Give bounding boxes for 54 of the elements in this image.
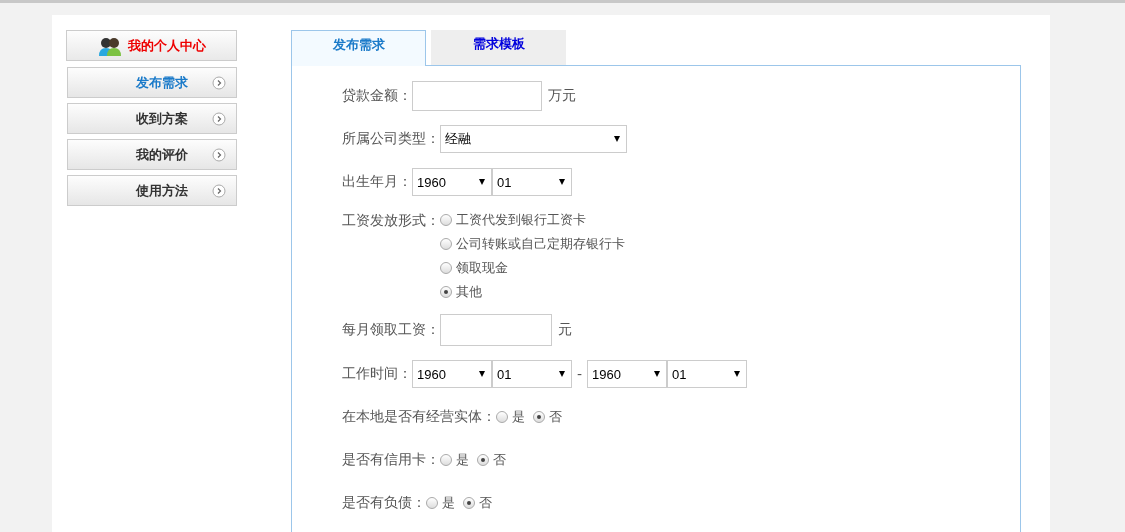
option-label: 否 [549,408,562,426]
field-label: 所属公司类型： [342,130,440,148]
option-label: 领取现金 [456,258,508,277]
chevron-circle-icon [212,147,226,162]
chevron-circle-icon [212,75,226,90]
radio-button[interactable] [426,497,438,509]
radio-button[interactable] [440,237,452,250]
option-label: 工资代发到银行工资卡 [456,210,586,229]
radio-button[interactable] [477,454,489,466]
unit-label: 万元 [548,87,576,105]
field-label: 工作时间： [342,365,412,383]
option-label: 公司转账或自己定期存银行卡 [456,234,625,253]
option-label: 否 [493,451,506,469]
radio-button[interactable] [533,411,545,423]
field-label: 出生年月： [342,173,412,191]
tab[interactable]: 发布需求 [291,30,426,66]
sidebar-item[interactable]: 收到方案 [67,103,237,134]
chevron-circle-icon [212,111,226,126]
dropdown[interactable]: 1960 [412,360,492,388]
radio-button[interactable] [440,454,452,466]
people-icon [97,35,122,56]
dropdown[interactable]: 1960 [412,168,492,196]
radio-button[interactable] [440,213,452,226]
profile-title: 我的个人中心 [127,36,206,55]
chevron-circle-icon [212,183,226,198]
field-label: 在本地是否有经营实体： [342,408,496,426]
field-label: 贷款金额： [342,87,412,105]
radio-button[interactable] [440,285,452,298]
sidebar-item[interactable]: 我的评价 [67,139,237,170]
dropdown[interactable]: 01 [667,360,748,388]
option-label: 其他 [456,282,482,301]
option-label: 是 [512,408,525,426]
option-label: 是 [442,494,455,512]
sidebar-item[interactable]: 发布需求 [67,67,237,98]
tab[interactable]: 需求模板 [431,30,566,65]
option-label: 否 [479,494,492,512]
field-label: 是否有信用卡： [342,451,440,469]
profile-header[interactable]: 我的个人中心 [66,30,237,61]
range-separator: - [577,366,583,382]
radio-button[interactable] [496,411,508,423]
option-label: 是 [456,451,469,469]
dropdown[interactable]: 1960 [587,360,668,388]
dropdown[interactable]: 01 [492,168,572,196]
input-field[interactable] [412,81,542,111]
field-label: 工资发放形式： [342,212,440,230]
dropdown[interactable]: 经融 [440,125,627,153]
unit-label: 元 [558,321,572,339]
radio-button[interactable] [463,497,475,509]
field-label: 每月领取工资： [342,321,440,339]
input-field[interactable] [440,314,552,346]
sidebar-item[interactable]: 使用方法 [67,175,237,206]
field-label: 是否有负债： [342,494,426,512]
radio-button[interactable] [440,261,452,274]
dropdown[interactable]: 01 [492,360,572,388]
